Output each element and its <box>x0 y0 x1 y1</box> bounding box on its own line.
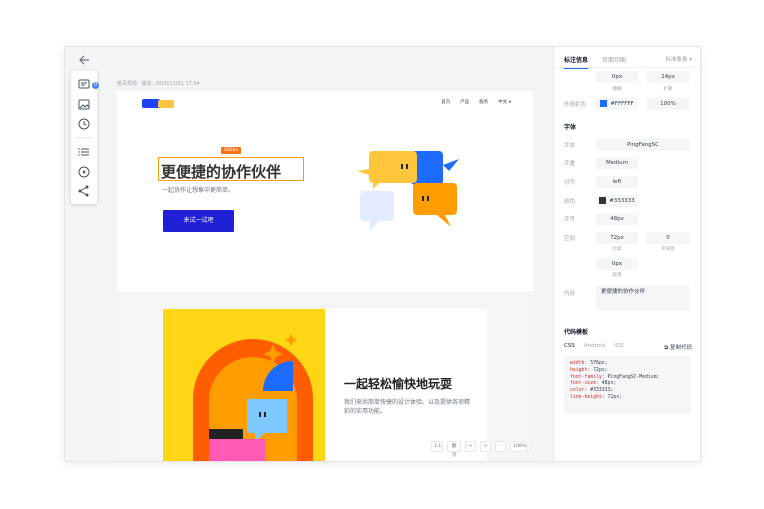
letter-spacing-label: 字间距 <box>661 247 675 252</box>
feature-illustration <box>163 309 325 461</box>
code-line: line-height: 72px; <box>570 394 622 400</box>
code-section-title: 代码模板 <box>564 329 589 336</box>
align-label: 对齐 <box>564 180 576 186</box>
tool-sidebar: 0 <box>71 71 99 204</box>
code-tab-android[interactable]: Android <box>584 343 605 349</box>
unit-select[interactable]: 标准像素 ▾ <box>665 55 692 63</box>
letter-spacing-value: 0 <box>646 232 690 244</box>
spread-value: 24px <box>646 71 690 83</box>
nav-product[interactable]: 产品 <box>460 99 469 105</box>
code-line: color: #333333; <box>570 388 614 394</box>
play-icon[interactable] <box>77 165 91 179</box>
site-nav: 首页 产品 服务 中文 ▾ <box>441 99 511 105</box>
line-height-value: 72px <box>596 232 638 244</box>
prev-button[interactable]: < <box>465 441 477 452</box>
nav-service[interactable]: 服务 <box>479 99 488 105</box>
paragraph-value: 0px <box>596 258 638 270</box>
weight-value: Medium <box>596 157 638 169</box>
zoom-controls: 1:1 翻页 < > - 100% + <box>431 441 533 458</box>
tab-divider <box>554 67 700 68</box>
hero-title[interactable]: 更便捷的协作伙伴 <box>161 161 281 182</box>
shadow-color-value: #FFFFFF <box>596 98 638 110</box>
list-icon[interactable] <box>77 145 91 159</box>
shadow-opacity: 100% <box>646 98 690 110</box>
paragraph-label: 段落 <box>612 273 622 278</box>
blur-label: 模糊 <box>612 87 622 92</box>
hero-subtitle[interactable]: 一起协作让想象中更简单。 <box>162 185 234 194</box>
back-arrow-icon[interactable] <box>77 53 91 67</box>
font-label: 字体 <box>564 143 576 149</box>
cta-button[interactable]: 来试一试吧 <box>163 210 234 232</box>
font-section-title: 字体 <box>564 124 577 131</box>
font-value: PingFangSC <box>596 139 690 151</box>
tab-slices[interactable]: 页面切图 <box>602 55 626 64</box>
spread-label: 扩散 <box>663 87 673 92</box>
next-button[interactable]: > <box>480 441 492 452</box>
image-slice-icon[interactable] <box>77 97 91 111</box>
site-logo <box>142 99 176 108</box>
toolbar-divider <box>76 137 92 138</box>
content-label: 内容 <box>564 291 576 297</box>
selection-size-tag: 480px <box>221 147 242 154</box>
notification-badge: 0 <box>92 82 99 89</box>
blur-value: 0px <box>596 71 638 83</box>
feature-section: 一起轻松愉快地玩耍 我们来尚简单快捷的设计体验。以及提供各项精彩的实用功能。 <box>117 291 533 461</box>
color-label: 颜色 <box>564 199 576 205</box>
copy-code-button[interactable]: ⧉ 复制代码 <box>664 343 692 352</box>
page-button[interactable]: 翻页 <box>447 441 462 458</box>
feature-text: 我们来尚简单快捷的设计体验。以及提供各项精彩的实用功能。 <box>344 399 471 415</box>
align-value: left <box>596 176 638 188</box>
nav-home[interactable]: 首页 <box>441 99 450 105</box>
nav-language[interactable]: 中文 ▾ <box>498 99 511 105</box>
size-value: 48px <box>596 213 638 225</box>
weight-label: 字重 <box>564 161 576 167</box>
code-line: width: 576px; <box>570 361 608 366</box>
breadcrumb: 首页规范 · 版本: 2020/11/01 17:54 <box>117 81 200 87</box>
code-tab-css[interactable]: CSS <box>564 343 575 349</box>
chat-bubbles-illustration <box>353 147 483 241</box>
color-value: #333333 <box>596 195 638 207</box>
code-line: height: 72px; <box>570 367 608 373</box>
feature-title: 一起轻松愉快地玩耍 <box>344 377 453 391</box>
history-icon[interactable] <box>77 117 91 131</box>
feature-card: 一起轻松愉快地玩耍 我们来尚简单快捷的设计体验。以及提供各项精彩的实用功能。 <box>163 309 487 461</box>
code-block: width: 576px; height: 72px; font-family:… <box>564 356 691 414</box>
spacing-label: 空间 <box>564 236 576 242</box>
size-label: 字号 <box>564 217 576 223</box>
line-height-label: 行高 <box>612 247 622 252</box>
app-window: 0 首页规范 · 版本: 2020/11/01 17:54 首页 产品 服务 中… <box>64 46 701 462</box>
inspector-panel: 标注信息 页面切图 标准像素 ▾ 0px 模糊 24px 扩散 外投影色 #FF… <box>553 47 700 461</box>
tab-annotations[interactable]: 标注信息 <box>564 55 589 69</box>
zoom-level: 100% <box>510 441 528 452</box>
fit-button[interactable]: 1:1 <box>431 441 444 452</box>
share-icon[interactable] <box>77 184 91 198</box>
content-value: 更便捷的协作伙伴 <box>596 285 690 311</box>
comment-icon[interactable]: 0 <box>77 77 99 91</box>
zoom-in-button[interactable]: + <box>531 441 533 452</box>
code-tab-ios[interactable]: iOS <box>614 343 623 349</box>
zoom-out-button[interactable]: - <box>495 441 507 452</box>
design-canvas[interactable]: 首页 产品 服务 中文 ▾ 480px 更便捷的协作伙伴 一起协作让想象中更简单… <box>117 91 533 461</box>
shadow-color-label: 外投影色 <box>564 102 587 108</box>
